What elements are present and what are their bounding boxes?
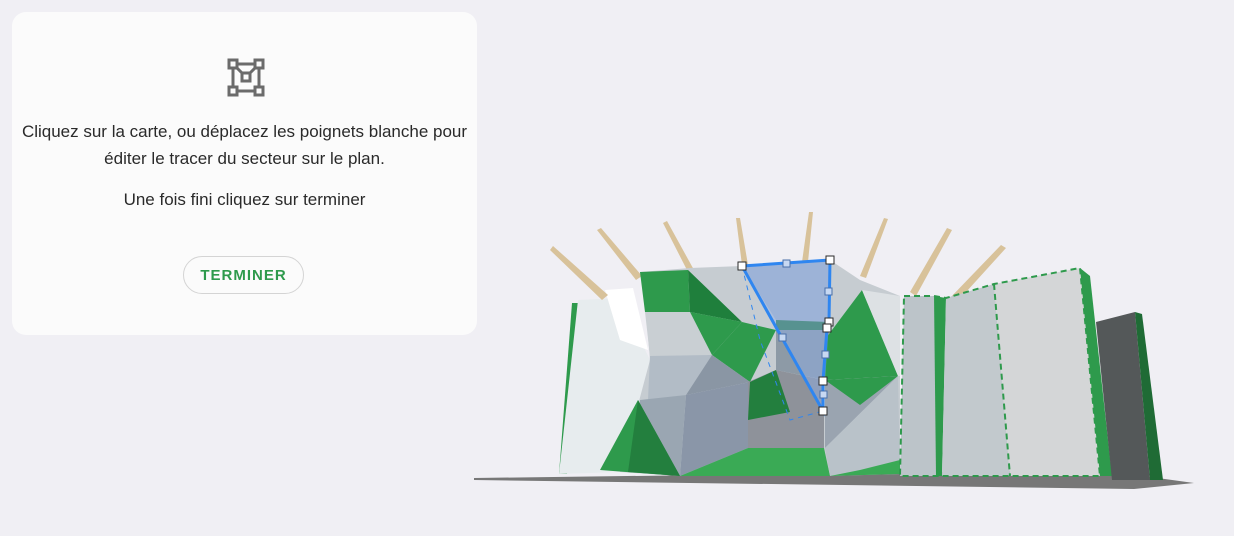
instruction-panel: Cliquez sur la carte, ou déplacez les po…	[12, 12, 477, 335]
finish-button[interactable]: TERMINER	[183, 256, 304, 294]
midpoint-handle[interactable]	[821, 350, 830, 359]
midpoint-handle[interactable]	[782, 259, 791, 268]
vertex-handle[interactable]	[818, 376, 828, 386]
wall-panel	[900, 296, 940, 476]
midpoint-handle[interactable]	[819, 390, 828, 399]
instruction-text: Cliquez sur la carte, ou déplacez les po…	[21, 122, 468, 168]
vertex-handle[interactable]	[737, 261, 747, 271]
vertex-handle[interactable]	[822, 323, 832, 333]
midpoint-handle[interactable]	[824, 287, 833, 296]
finish-hint-text: Une fois fini cliquez sur terminer	[123, 190, 366, 209]
midpoint-handle[interactable]	[778, 333, 787, 342]
vertex-handle[interactable]	[825, 255, 835, 265]
vector-polygon-edit-icon	[227, 58, 265, 97]
vertex-handle[interactable]	[818, 406, 828, 416]
climbing-wall-map[interactable]	[470, 205, 1200, 495]
